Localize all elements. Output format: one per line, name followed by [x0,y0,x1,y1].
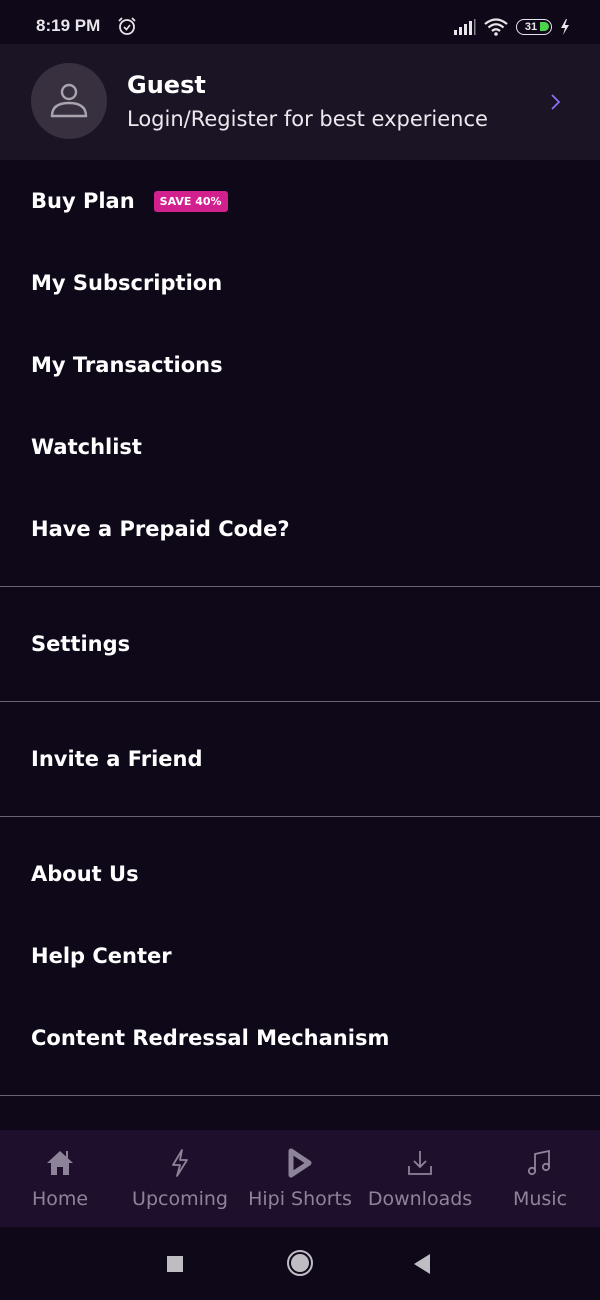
signal-icon [454,19,476,35]
status-icons: 31 [454,17,570,37]
nav-home[interactable]: Home [0,1130,120,1227]
nav-upcoming[interactable]: Upcoming [120,1130,240,1227]
chevron-right-icon[interactable] [550,92,562,112]
battery-level: 31 [524,21,538,33]
battery-icon: 31 [516,19,552,35]
menu-item-my-transactions[interactable]: My Transactions [0,324,600,406]
menu: Buy Plan SAVE 40% My Subscription My Tra… [0,160,600,1096]
bottom-nav: Home Upcoming Hipi Shorts Downloads Musi… [0,1130,600,1227]
menu-item-watchlist[interactable]: Watchlist [0,406,600,488]
status-bar: 8:19 PM 31 [0,0,600,44]
nav-downloads[interactable]: Downloads [360,1130,480,1227]
music-icon [527,1149,551,1176]
wifi-icon [484,18,508,36]
menu-item-buy-plan[interactable]: Buy Plan SAVE 40% [0,160,600,242]
profile-name: Guest [127,71,206,99]
menu-item-label: Buy Plan [31,189,135,213]
home-button[interactable] [286,1249,314,1277]
download-icon [408,1151,432,1175]
menu-item-content-redressal[interactable]: Content Redressal Mechanism [0,997,600,1079]
menu-item-help-center[interactable]: Help Center [0,915,600,997]
menu-item-settings[interactable]: Settings [0,603,600,685]
nav-label: Home [31,1188,89,1210]
menu-item-invite-friend[interactable]: Invite a Friend [0,718,600,800]
nav-label: Upcoming [132,1188,228,1210]
nav-label: Downloads [367,1188,473,1210]
menu-item-prepaid-code[interactable]: Have a Prepaid Code? [0,488,600,570]
nav-label: Hipi Shorts [248,1188,352,1210]
play-icon [288,1148,312,1178]
divider [0,1095,600,1096]
menu-item-my-subscription[interactable]: My Subscription [0,242,600,324]
system-nav-bar [0,1227,600,1300]
profile-subtitle[interactable]: Login/Register for best experience [127,107,488,131]
lightning-icon [172,1149,188,1177]
menu-item-about-us[interactable]: About Us [0,833,600,915]
alarm-icon [118,17,136,35]
save-badge: SAVE 40% [153,190,228,212]
avatar[interactable] [31,63,107,139]
home-icon [47,1151,73,1175]
nav-hipi-shorts[interactable]: Hipi Shorts [240,1130,360,1227]
status-time: 8:19 PM [36,16,101,35]
profile-header[interactable]: Guest Login/Register for best experience [0,44,600,160]
recents-button[interactable] [166,1255,184,1273]
nav-label: Music [512,1188,568,1210]
charging-icon [561,19,569,35]
nav-music[interactable]: Music [480,1130,600,1227]
back-button[interactable] [412,1253,432,1275]
user-icon [50,83,88,118]
